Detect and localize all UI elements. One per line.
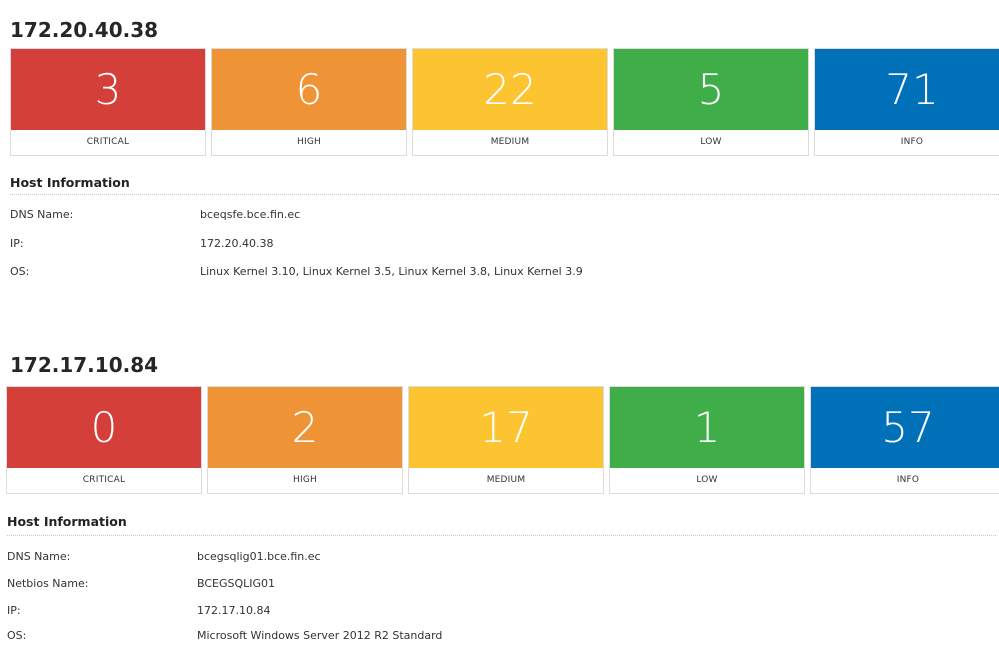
info-value: BCEGSQLIG01 <box>197 577 276 590</box>
info-row-dns: DNS Name: bcegsqlig01.bce.fin.ec <box>7 550 987 568</box>
info-count: 71 <box>815 49 999 130</box>
critical-count: 0 <box>7 387 201 468</box>
severity-box-low: 1 LOW <box>609 386 805 494</box>
severity-box-info: 57 INFO <box>810 386 999 494</box>
medium-count: 17 <box>409 387 603 468</box>
severity-box-high: 2 HIGH <box>207 386 403 494</box>
host-title: 172.17.10.84 <box>10 353 159 377</box>
severity-box-critical: 3 CRITICAL <box>10 48 206 156</box>
severity-box-medium: 17 MEDIUM <box>408 386 604 494</box>
severity-box-info: 71 INFO <box>814 48 999 156</box>
divider <box>10 194 999 195</box>
info-key: Netbios Name: <box>7 577 89 590</box>
info-key: DNS Name: <box>10 208 74 221</box>
high-count: 2 <box>208 387 402 468</box>
high-count: 6 <box>212 49 406 130</box>
severity-box-critical: 0 CRITICAL <box>6 386 202 494</box>
info-row-os: OS: Linux Kernel 3.10, Linux Kernel 3.5,… <box>10 265 990 283</box>
host-information-heading: Host Information <box>7 514 127 529</box>
medium-label: MEDIUM <box>486 475 526 485</box>
info-value: Linux Kernel 3.10, Linux Kernel 3.5, Lin… <box>200 265 583 278</box>
low-count: 5 <box>614 49 808 130</box>
info-value: bcegsqlig01.bce.fin.ec <box>197 550 321 563</box>
info-row-os: OS: Microsoft Windows Server 2012 R2 Sta… <box>7 629 987 647</box>
critical-count: 3 <box>11 49 205 130</box>
severity-summary: 3 CRITICAL 6 HIGH 22 MEDIUM 5 LOW 71 INF… <box>10 48 999 156</box>
low-label: LOW <box>700 137 722 147</box>
severity-box-low: 5 LOW <box>613 48 809 156</box>
info-value: bceqsfe.bce.fin.ec <box>200 208 301 221</box>
high-label: HIGH <box>297 137 321 147</box>
low-label: LOW <box>696 475 718 485</box>
info-label: INFO <box>900 137 924 147</box>
info-value: 172.17.10.84 <box>197 604 271 617</box>
severity-box-medium: 22 MEDIUM <box>412 48 608 156</box>
info-row-ip: IP: 172.20.40.38 <box>10 237 990 255</box>
info-key: IP: <box>10 237 24 250</box>
info-row-dns: DNS Name: bceqsfe.bce.fin.ec <box>10 208 990 226</box>
info-label: INFO <box>896 475 920 485</box>
medium-count: 22 <box>413 49 607 130</box>
host-information-heading: Host Information <box>10 175 130 190</box>
info-key: OS: <box>10 265 30 278</box>
low-count: 1 <box>610 387 804 468</box>
info-row-netbios: Netbios Name: BCEGSQLIG01 <box>7 577 987 595</box>
severity-box-high: 6 HIGH <box>211 48 407 156</box>
critical-label: CRITICAL <box>82 475 126 485</box>
info-value: Microsoft Windows Server 2012 R2 Standar… <box>197 629 443 642</box>
severity-summary: 0 CRITICAL 2 HIGH 17 MEDIUM 1 LOW 57 INF… <box>6 386 999 494</box>
divider <box>7 535 996 536</box>
info-row-ip: IP: 172.17.10.84 <box>7 604 987 622</box>
host-title: 172.20.40.38 <box>10 18 159 42</box>
high-label: HIGH <box>293 475 317 485</box>
info-value: 172.20.40.38 <box>200 237 274 250</box>
critical-label: CRITICAL <box>86 137 130 147</box>
medium-label: MEDIUM <box>490 137 530 147</box>
info-key: DNS Name: <box>7 550 71 563</box>
info-key: OS: <box>7 629 27 642</box>
info-count: 57 <box>811 387 999 468</box>
info-key: IP: <box>7 604 21 617</box>
